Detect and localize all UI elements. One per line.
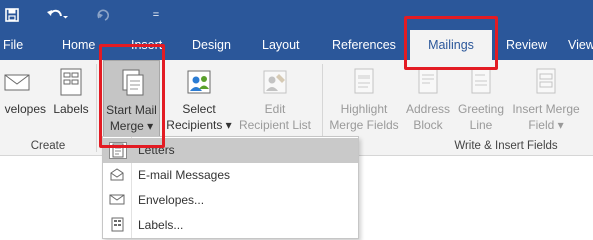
tab-layout[interactable]: Layout: [262, 30, 300, 60]
tab-design[interactable]: Design: [192, 30, 231, 60]
menu-item-letters[interactable]: Letters: [103, 138, 358, 163]
tab-home[interactable]: Home: [62, 30, 95, 60]
create-group-label: Create: [30, 140, 66, 152]
recipients-icon: [187, 70, 211, 94]
tab-file[interactable]: File: [3, 30, 23, 60]
email-icon: [109, 167, 127, 184]
insert-merge-field-icon: [536, 68, 556, 94]
edit-recipient-list-button[interactable]: Edit Recipient List: [234, 60, 316, 140]
address-block-button[interactable]: Address Block: [402, 60, 454, 140]
tab-insert[interactable]: Insert: [131, 30, 162, 60]
customize-quick-access-icon[interactable]: =: [146, 0, 166, 30]
highlight-fields-icon: [354, 68, 374, 94]
undo-icon[interactable]: [42, 0, 72, 30]
envelopes-button[interactable]: velopes: [0, 60, 48, 140]
save-icon[interactable]: [0, 0, 24, 30]
start-mail-merge-button[interactable]: Start Mail Merge ▾: [103, 60, 160, 140]
tab-review[interactable]: Review: [506, 30, 547, 60]
title-bar: =: [0, 0, 593, 30]
greeting-line-button[interactable]: Greeting Line: [454, 60, 508, 140]
greeting-line-icon: [471, 68, 491, 94]
letters-icon: [109, 142, 127, 159]
labels-icon: [109, 217, 127, 234]
tab-view[interactable]: View: [568, 30, 593, 60]
edit-recipients-icon: [263, 70, 287, 94]
redo-icon[interactable]: [92, 0, 114, 30]
tab-references[interactable]: References: [332, 30, 396, 60]
ribbon-tabs: File Home Insert Design Layout Reference…: [0, 30, 593, 60]
group-separator: [96, 64, 97, 152]
envelope-icon: [109, 192, 127, 209]
select-recipients-button[interactable]: Select Recipients ▾: [164, 60, 234, 140]
labels-icon: [60, 68, 82, 96]
menu-item-labels[interactable]: Labels...: [103, 213, 358, 238]
insert-merge-field-button[interactable]: Insert Merge Field ▾: [508, 60, 584, 140]
menu-item-envelopes[interactable]: Envelopes...: [103, 188, 358, 213]
write-insert-fields-group-label: Write & Insert Fields: [454, 140, 558, 152]
start-mail-merge-label: Start Mail Merge ▾: [106, 103, 157, 133]
address-block-icon: [418, 68, 438, 94]
start-mail-merge-dropdown: Letters E-mail Messages Envelopes... Lab…: [102, 136, 359, 239]
tab-mailings[interactable]: Mailings: [410, 30, 492, 60]
menu-item-email-messages[interactable]: E-mail Messages: [103, 163, 358, 188]
envelope-icon: [4, 74, 30, 91]
highlight-merge-fields-button[interactable]: Highlight Merge Fields: [326, 60, 402, 140]
labels-button[interactable]: Labels: [50, 60, 92, 140]
mail-merge-icon: [122, 69, 143, 96]
